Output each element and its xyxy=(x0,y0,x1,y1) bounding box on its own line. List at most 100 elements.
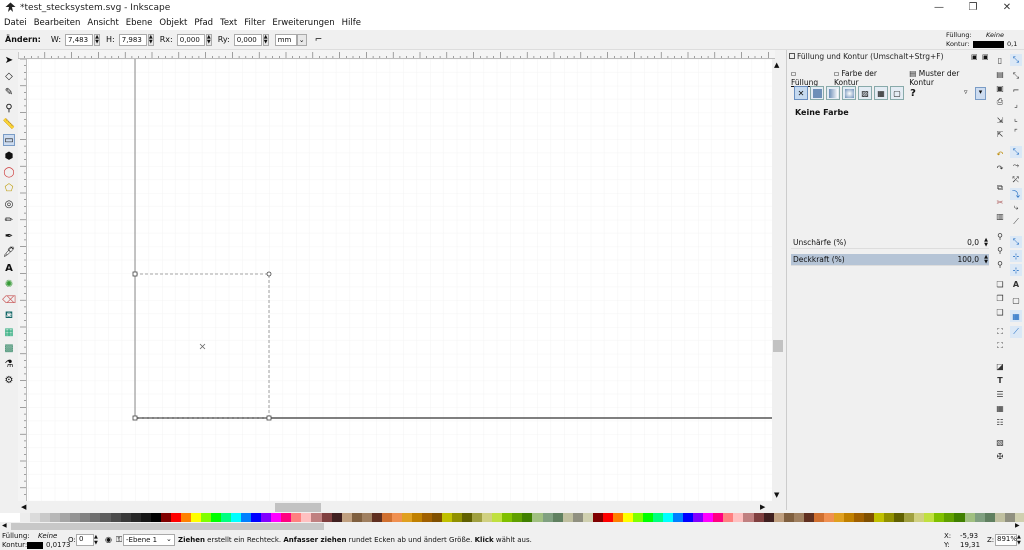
clone-icon[interactable]: ❐ xyxy=(994,292,1006,304)
palette-swatch[interactable] xyxy=(492,513,503,522)
preferences-icon[interactable]: ✠ xyxy=(994,450,1006,462)
snap-text-baseline-icon[interactable]: A xyxy=(1010,278,1022,290)
palette-swatch[interactable] xyxy=(552,513,563,522)
palette-swatch[interactable] xyxy=(562,513,573,522)
palette-swatch[interactable] xyxy=(874,513,885,522)
print-icon[interactable]: ⎙ xyxy=(994,96,1006,108)
maximize-button[interactable]: ❐ xyxy=(956,0,990,15)
palette-swatch[interactable] xyxy=(823,513,834,522)
snap-page-border-icon[interactable]: ▢ xyxy=(1010,294,1022,306)
eraser-tool-icon[interactable]: ⌫ xyxy=(2,294,16,306)
palette-swatch[interactable] xyxy=(190,513,201,522)
flat-color-button[interactable] xyxy=(810,86,824,100)
palette-swatch[interactable] xyxy=(894,513,905,522)
spray-tool-icon[interactable]: ✺ xyxy=(3,278,15,290)
palette-scroll-left-icon[interactable]: ◀ xyxy=(2,522,7,529)
palette-swatch[interactable] xyxy=(321,513,332,522)
close-button[interactable]: ✕ xyxy=(990,0,1024,15)
opacity-spinner[interactable]: ▲ ▼ xyxy=(983,255,989,265)
palette-swatch[interactable] xyxy=(914,513,925,522)
vertical-scrollbar[interactable]: ▲ ▼ xyxy=(772,59,784,501)
node-tool-icon[interactable]: ◇ xyxy=(3,70,15,82)
blur-row[interactable]: Unschärfe (%) 0,0 ▲ ▼ xyxy=(791,237,989,249)
paste-icon[interactable]: ▥ xyxy=(994,210,1006,222)
vertical-scroll-thumb[interactable] xyxy=(773,340,783,352)
palette-swatch[interactable] xyxy=(60,513,71,522)
radial-gradient-button[interactable] xyxy=(842,86,856,100)
palette-swatch[interactable] xyxy=(150,513,161,522)
palette-swatch[interactable] xyxy=(954,513,965,522)
xml-editor-icon[interactable]: ▦ xyxy=(994,402,1006,414)
corner-handle-rx[interactable] xyxy=(266,271,272,277)
ungroup-icon[interactable]: ⛶ xyxy=(994,340,1006,352)
palette-swatch[interactable] xyxy=(351,513,362,522)
snap-bbox-corner-icon[interactable]: ⌟ xyxy=(1010,98,1022,110)
palette-swatch[interactable] xyxy=(361,513,372,522)
dialog-close-icon[interactable]: ▣ xyxy=(982,53,989,61)
mesh-tool-icon[interactable]: ▩ xyxy=(3,342,15,354)
palette-swatch[interactable] xyxy=(110,513,121,522)
palette-swatch[interactable] xyxy=(0,513,11,522)
connector-tool-icon[interactable]: ⚙ xyxy=(3,374,15,386)
import-icon[interactable]: ⇲ xyxy=(994,114,1006,126)
menu-pfad[interactable]: Pfad xyxy=(194,18,213,28)
scroll-right-icon[interactable]: ▶ xyxy=(760,503,765,511)
palette-swatch[interactable] xyxy=(241,513,252,522)
unit-select[interactable]: mm xyxy=(274,33,297,46)
fill-rule-evenodd-icon[interactable]: ▿ xyxy=(964,88,968,96)
palette-swatch[interactable] xyxy=(1004,513,1015,522)
palette-swatch[interactable] xyxy=(200,513,211,522)
dialog-float-icon[interactable]: ▣ xyxy=(971,53,978,61)
menu-datei[interactable]: Datei xyxy=(4,18,27,28)
palette-swatch[interactable] xyxy=(50,513,61,522)
menu-ansicht[interactable]: Ansicht xyxy=(87,18,118,28)
ellipse-tool-icon[interactable]: ◯ xyxy=(3,166,15,178)
palette-swatch[interactable] xyxy=(713,513,724,522)
ry-spinner[interactable]: ▲ ▼ xyxy=(262,33,269,46)
snap-path-icon[interactable]: ⤳ xyxy=(1010,160,1022,172)
pen-tool-icon[interactable]: ✒ xyxy=(3,230,15,242)
palette-swatch[interactable] xyxy=(20,513,31,522)
palette-swatch[interactable] xyxy=(783,513,794,522)
stroke-color-swatch[interactable] xyxy=(973,41,1004,48)
resize-handle-bottom-left[interactable] xyxy=(132,415,138,421)
tab-fill[interactable]: ▫ Füllung xyxy=(791,69,828,87)
palette-swatch[interactable] xyxy=(140,513,151,522)
menu-hilfe[interactable]: Hilfe xyxy=(342,18,361,28)
palette-swatch[interactable] xyxy=(934,513,945,522)
snap-bbox-icon[interactable]: ⤡ xyxy=(1010,70,1022,82)
palette-swatch[interactable] xyxy=(602,513,613,522)
palette-swatch[interactable] xyxy=(924,513,935,522)
fill-stroke-icon[interactable]: ◪ xyxy=(994,360,1006,372)
palette-swatch[interactable] xyxy=(512,513,523,522)
rectangle-tool-icon[interactable]: ▭ xyxy=(3,134,15,146)
zoom-selection-icon[interactable]: ⚲ xyxy=(994,230,1006,242)
palette-swatch[interactable] xyxy=(170,513,181,522)
palette-swatch[interactable] xyxy=(572,513,583,522)
calligraphy-tool-icon[interactable]: 🖋 xyxy=(3,246,16,258)
opacity-value[interactable]: 100,0 xyxy=(958,255,979,264)
paint-bucket-tool-icon[interactable]: ⛾ xyxy=(3,310,15,322)
no-paint-button[interactable]: ✕ xyxy=(794,86,808,100)
palette-swatch[interactable] xyxy=(120,513,131,522)
export-icon[interactable]: ⇱ xyxy=(994,128,1006,140)
3d-box-tool-icon[interactable]: ⬢ xyxy=(3,150,15,162)
palette-swatch[interactable] xyxy=(974,513,985,522)
measure-tool-icon[interactable]: 📏 xyxy=(3,118,15,130)
menu-erweiterungen[interactable]: Erweiterungen xyxy=(272,18,334,28)
opacity-input[interactable]: 0 xyxy=(76,534,94,546)
blur-value[interactable]: 0,0 xyxy=(967,238,979,247)
palette-swatch[interactable] xyxy=(994,513,1005,522)
palette-swatch[interactable] xyxy=(371,513,382,522)
copy-icon[interactable]: ⧉ xyxy=(994,182,1006,194)
palette-swatch[interactable] xyxy=(381,513,392,522)
resize-handle-bottom-right[interactable] xyxy=(266,415,272,421)
palette-swatch[interactable] xyxy=(803,513,814,522)
layer-dropdown-icon[interactable]: ⌄ xyxy=(166,535,172,543)
palette-swatch[interactable] xyxy=(90,513,101,522)
mesh-gradient-button[interactable]: ▨ xyxy=(858,86,872,100)
palette-swatch[interactable] xyxy=(502,513,513,522)
palette-swatch[interactable] xyxy=(391,513,402,522)
redo-icon[interactable]: ↷ xyxy=(994,162,1006,174)
cut-icon[interactable]: ✂ xyxy=(994,196,1006,208)
